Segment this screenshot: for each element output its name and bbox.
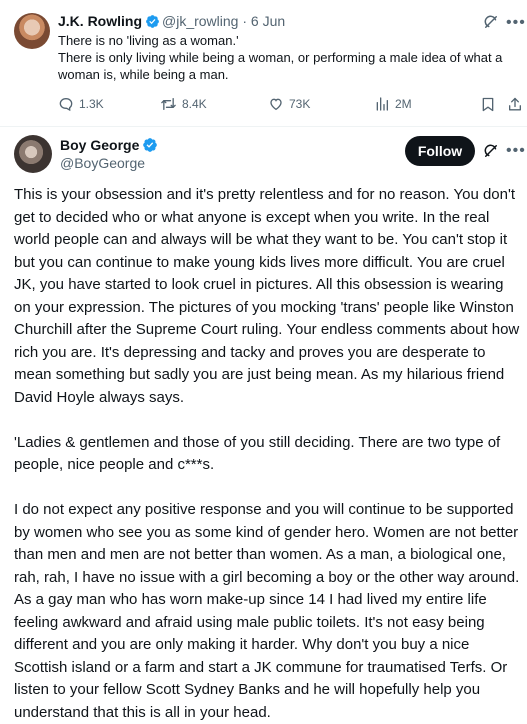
like-icon (268, 96, 284, 112)
tweet-date[interactable]: 6 Jun (251, 13, 285, 29)
share-icon (507, 96, 523, 113)
avatar[interactable] (14, 135, 52, 173)
like-count: 73K (289, 97, 311, 111)
tweet-header: J.K. Rowling @jk_rowling · 6 Jun (58, 13, 285, 32)
tweet-text: There is no 'living as a woman.' There i… (58, 32, 520, 83)
author-handle[interactable]: @BoyGeorge (60, 155, 145, 171)
tweet-actions: 1.3K 8.4K 73K 2M (58, 96, 522, 116)
separator: · (242, 13, 248, 29)
reply-button[interactable]: 1.3K (58, 96, 104, 112)
views-count: 2M (395, 97, 412, 111)
tweet-text-line: There is no 'living as a woman.' (58, 33, 239, 48)
more-icon[interactable]: ••• (506, 143, 526, 159)
follow-button[interactable]: Follow (405, 136, 475, 166)
grok-icon[interactable] (482, 142, 500, 165)
retweet-count: 8.4K (182, 97, 207, 111)
reply-icon (58, 96, 74, 112)
author-name[interactable]: Boy George (60, 137, 139, 153)
verified-badge-icon (145, 14, 160, 32)
tweet-paragraph: This is your obsession and it's pretty r… (14, 186, 520, 406)
views-icon (374, 96, 390, 112)
tweet-text-line: There is only living while being a woman… (58, 50, 503, 82)
author-name-row: Boy George (60, 136, 160, 157)
bookmark-button[interactable] (480, 96, 496, 113)
verified-badge-icon (142, 137, 158, 157)
author-name[interactable]: J.K. Rowling (58, 13, 142, 29)
like-button[interactable]: 73K (268, 96, 310, 112)
divider (0, 126, 527, 127)
tweet-paragraph: 'Ladies & gentlemen and those of you sti… (14, 433, 501, 474)
tweet-text: This is your obsession and it's pretty r… (14, 184, 522, 724)
share-button[interactable] (507, 96, 523, 113)
retweet-icon (160, 96, 177, 112)
bookmark-icon (480, 96, 496, 113)
tweet-paragraph: I do not expect any positive response an… (14, 501, 520, 721)
reply-count: 1.3K (79, 97, 104, 111)
more-icon[interactable]: ••• (506, 15, 526, 31)
quoted-tweet[interactable]: J.K. Rowling @jk_rowling · 6 Jun ••• Ther… (0, 0, 527, 126)
retweet-button[interactable]: 8.4K (160, 96, 207, 112)
views-button[interactable]: 2M (374, 96, 412, 112)
author-handle[interactable]: @jk_rowling (162, 13, 238, 29)
avatar[interactable] (14, 13, 50, 49)
